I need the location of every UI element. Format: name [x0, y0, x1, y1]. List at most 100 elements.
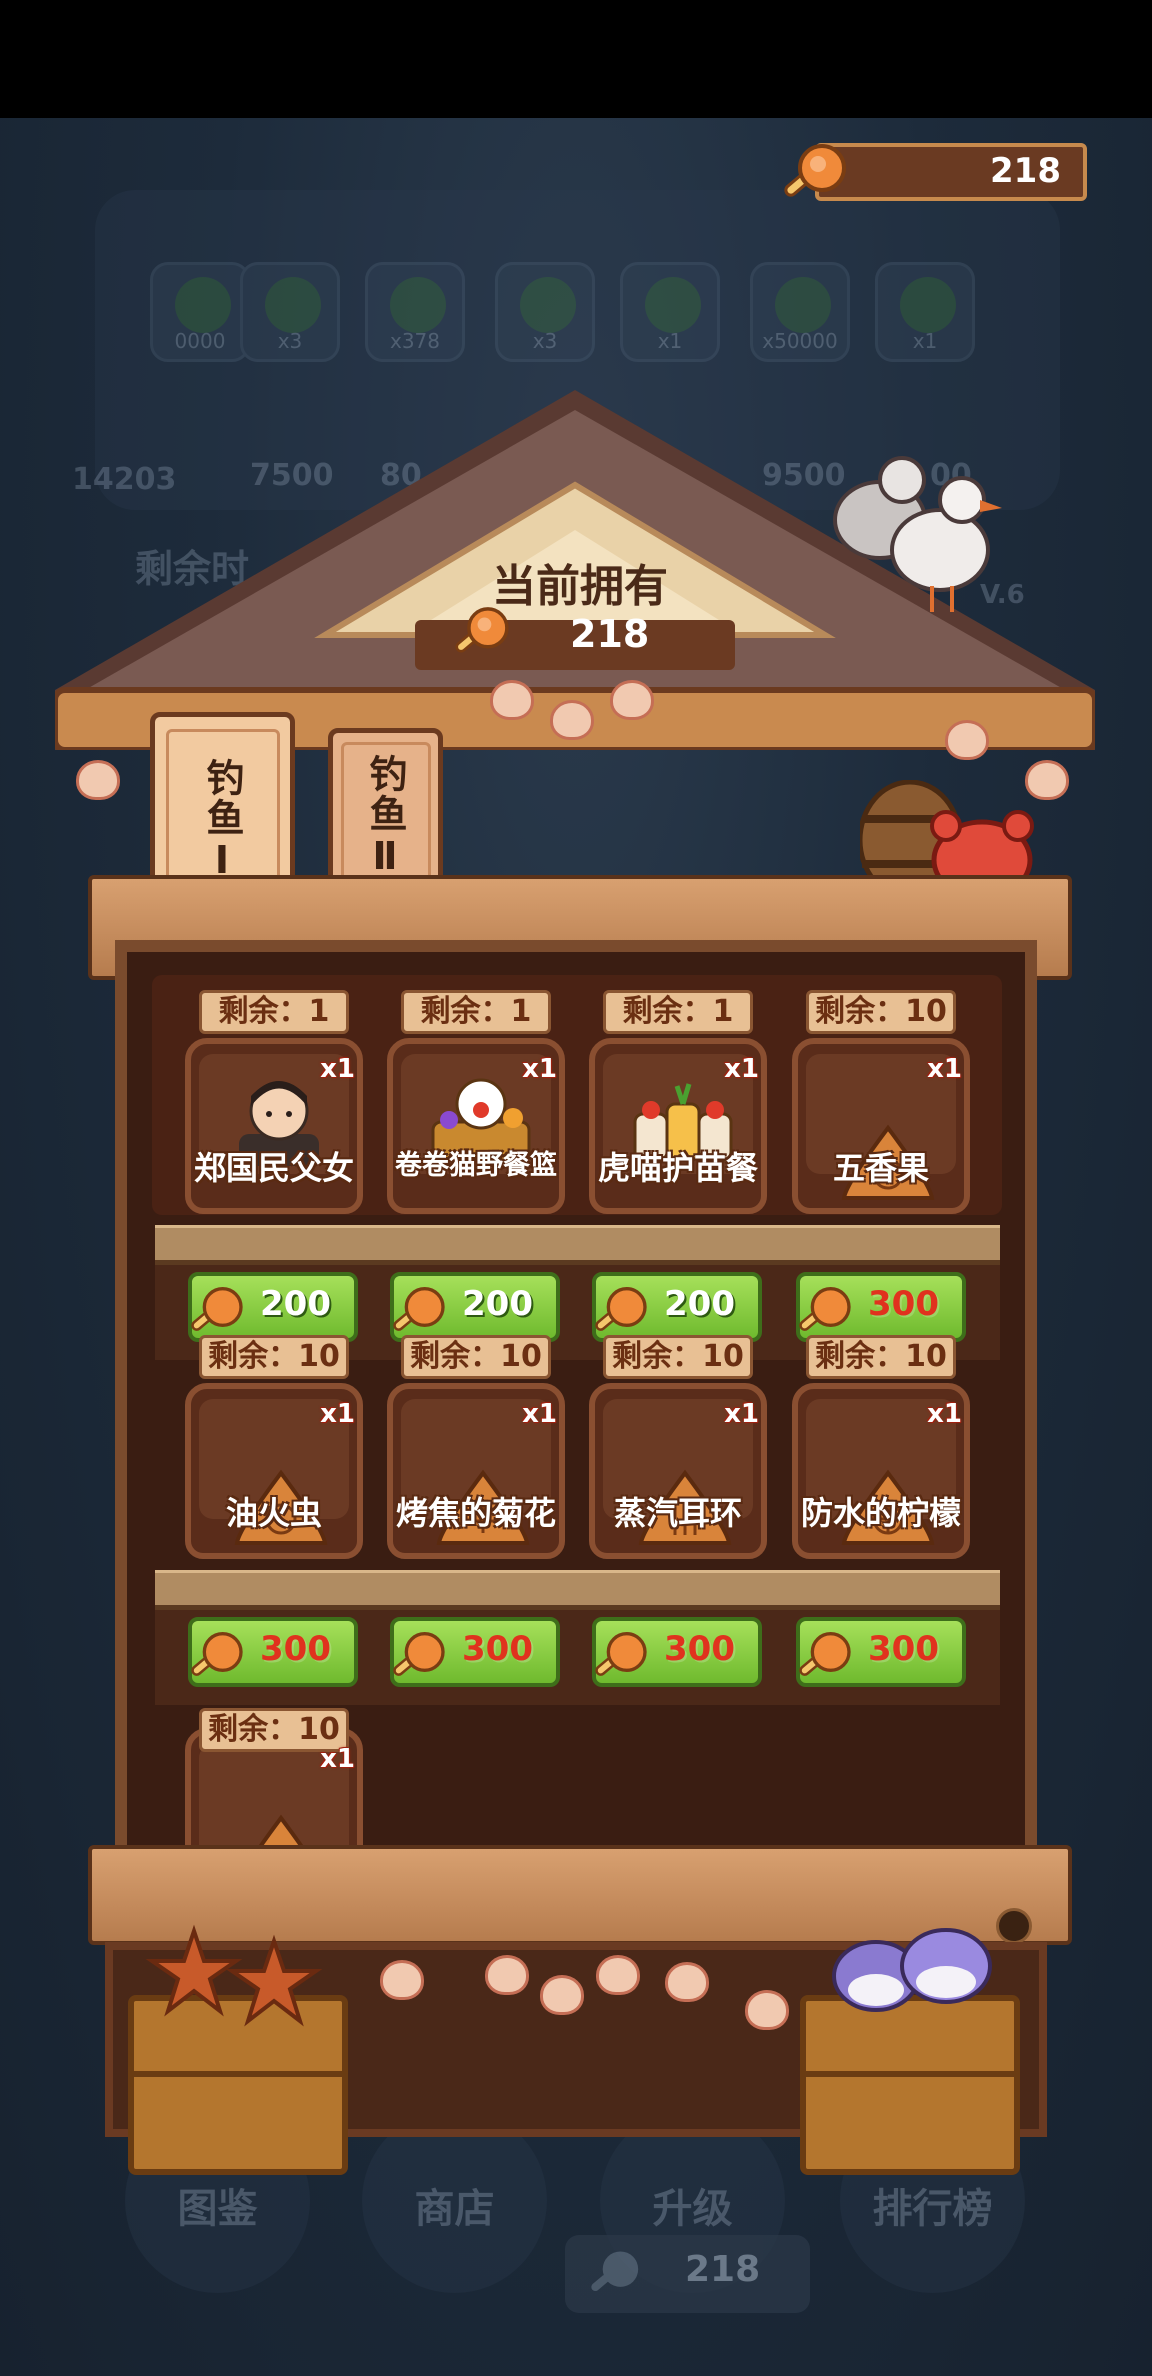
item-name: 防水的柠檬 — [800, 1494, 961, 1532]
drumstick-icon — [455, 607, 509, 653]
remaining-tag: 剩余：10 — [401, 1335, 551, 1379]
remaining-tag: 剩余：10 — [806, 990, 956, 1034]
currency-amount: 218 — [990, 151, 1061, 191]
item-quantity: x1 — [724, 1054, 759, 1084]
shop-item-card[interactable]: 剩余：1 x1 郑国民父女 — [185, 990, 363, 1214]
tab-fishing-2-label: 钓鱼Ⅱ — [363, 754, 407, 880]
owned-amount: 218 — [570, 612, 650, 656]
shell-decoration — [550, 700, 594, 740]
shop-item-card[interactable]: 剩余：10 x1 蒸汽耳环 — [589, 1335, 767, 1559]
background-reward-chips: 0000 x3 x378 x3 x1 x50000 x1 — [150, 262, 1000, 372]
item-quantity: x1 — [927, 1399, 962, 1429]
nav-ranking-label: 排行榜 — [872, 2186, 993, 2232]
shop-item-card[interactable]: 剩余：1 x1 卷卷猫野餐篮 — [387, 990, 565, 1214]
reward-chip: x378 — [365, 262, 465, 362]
reward-chip: 0000 — [150, 262, 250, 362]
drumstick-icon — [191, 1632, 243, 1676]
remaining-tag: 剩余：1 — [199, 990, 349, 1034]
nav-collection-label: 图鉴 — [177, 2186, 258, 2232]
shop-item-card[interactable]: 剩余：10 x1 防水的柠檬 — [792, 1335, 970, 1559]
reward-chip: x1 — [620, 262, 720, 362]
remaining-tag: 剩余：10 — [603, 1335, 753, 1379]
drumstick-icon — [799, 1632, 851, 1676]
drumstick-icon — [393, 1287, 445, 1331]
drumstick-icon — [595, 1287, 647, 1331]
item-name: 卷卷猫野餐篮 — [395, 1150, 557, 1181]
bottom-currency-display: 218 — [565, 2235, 810, 2313]
price-value: 200 — [462, 1284, 533, 1324]
remaining-tag: 剩余：10 — [199, 1335, 349, 1379]
item-name: 油火虫 — [225, 1494, 322, 1532]
shelf-rail — [155, 1570, 1000, 1610]
item-name: 虎喵护苗餐 — [597, 1149, 758, 1187]
shop-item-card[interactable]: 剩余：10 x1 烤焦的菊花 — [387, 1335, 565, 1559]
starfish-chest — [128, 1924, 348, 2175]
item-quantity: x1 — [320, 1054, 355, 1084]
price-value: 300 — [868, 1629, 939, 1669]
starfish-icon — [145, 1924, 323, 2027]
drumstick-icon — [591, 2251, 639, 2292]
item-quantity: x1 — [522, 1399, 557, 1429]
drumstick-icon — [784, 144, 846, 197]
item-quantity: x1 — [522, 1054, 557, 1084]
shell-decoration — [490, 680, 534, 720]
buy-button[interactable]: 300 — [796, 1272, 966, 1342]
price-value: 300 — [664, 1629, 735, 1669]
buy-button[interactable]: 200 — [390, 1272, 560, 1342]
item-quantity: x1 — [320, 1399, 355, 1429]
reward-chip: x1 — [875, 262, 975, 362]
buy-button[interactable]: 300 — [796, 1617, 966, 1687]
tab-fishing-1-label: 钓鱼Ⅰ — [200, 758, 244, 884]
reward-chip: x50000 — [750, 262, 850, 362]
drumstick-icon — [393, 1632, 445, 1676]
shop-item-card[interactable]: 剩余：10 x1 油火虫 — [185, 1335, 363, 1559]
seed-packet-icon — [256, 1814, 306, 1848]
buy-button[interactable]: 300 — [188, 1617, 358, 1687]
item-name: 烤焦的菊花 — [395, 1494, 556, 1532]
remaining-tag: 剩余：10 — [806, 1335, 956, 1379]
shell-decoration — [945, 720, 989, 760]
drumstick-icon — [191, 1287, 243, 1331]
shell-decoration — [540, 1975, 584, 2015]
shell-decoration — [745, 1990, 789, 2030]
nav-shop-label: 商店 — [414, 2186, 495, 2232]
remaining-tag: 剩余：1 — [603, 990, 753, 1034]
seagull-decoration — [833, 456, 1002, 612]
reward-chip: x3 — [240, 262, 340, 362]
shell-decoration — [380, 1960, 424, 2000]
item-name: 蒸汽耳环 — [613, 1494, 742, 1532]
buy-button[interactable]: 300 — [390, 1617, 560, 1687]
remaining-tag: 剩余：1 — [401, 990, 551, 1034]
currency-display: 218 — [815, 143, 1087, 201]
buy-button[interactable]: 200 — [592, 1272, 762, 1342]
shop-item-card[interactable]: 剩余：10 x1 — [185, 1708, 363, 1848]
buy-button[interactable]: 200 — [188, 1272, 358, 1342]
item-quantity: x1 — [320, 1744, 355, 1774]
shop-item-card[interactable]: 剩余：1 x1 虎喵护苗餐 — [589, 990, 767, 1214]
price-value: 300 — [260, 1629, 331, 1669]
shell-decoration — [485, 1955, 529, 1995]
shell-decoration — [76, 760, 120, 800]
nav-upgrade-label: 升级 — [652, 2186, 733, 2232]
shell-decoration — [665, 1962, 709, 2002]
drumstick-icon — [799, 1287, 851, 1331]
item-name: 郑国民父女 — [193, 1149, 354, 1187]
reward-chip: x3 — [495, 262, 595, 362]
price-value: 200 — [260, 1284, 331, 1324]
item-name: 五香果 — [832, 1149, 929, 1187]
fish-chest — [800, 1928, 1020, 2175]
buy-button[interactable]: 300 — [592, 1617, 762, 1687]
shell-decoration — [610, 680, 654, 720]
drumstick-icon — [595, 1632, 647, 1676]
item-quantity: x1 — [927, 1054, 962, 1084]
price-value: 300 — [868, 1284, 939, 1324]
fish-icon — [832, 1928, 992, 2012]
shelf-rail — [155, 1225, 1000, 1265]
shell-decoration — [596, 1955, 640, 1995]
shop-item-card[interactable]: 剩余：10 x1 五香果 — [792, 990, 970, 1214]
price-value: 200 — [664, 1284, 735, 1324]
price-value: 300 — [462, 1629, 533, 1669]
item-quantity: x1 — [724, 1399, 759, 1429]
status-bar — [0, 0, 1152, 118]
